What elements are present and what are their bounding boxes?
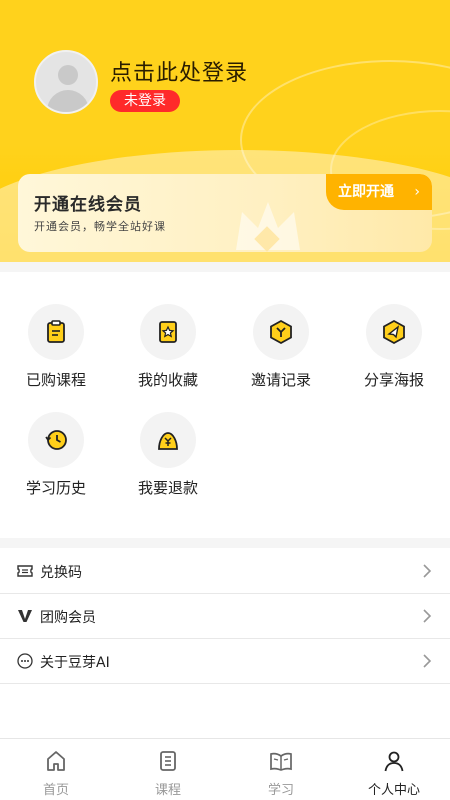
list-item-label: 关于豆芽AI [40,655,110,671]
vip-title: 开通在线会员 [34,195,142,215]
icon-circle [140,412,196,468]
vip-membership-card[interactable]: 开通在线会员 开通会员，畅学全站好课 立即开通 › [18,174,432,252]
chevron-right-icon: › [414,184,420,200]
list-item-label: 兑换码 [40,565,82,581]
open-book-icon [270,752,292,771]
history-clock-icon [45,430,67,450]
open-vip-label: 立即开通 [338,184,394,200]
tab-personal-center[interactable]: 个人中心 [338,739,450,800]
list-item-about[interactable]: 关于豆芽AI [0,639,450,684]
tab-label: 首页 [42,783,69,798]
list-item-redeem-code[interactable]: 兑换码 [0,549,450,594]
home-icon [47,751,65,771]
avatar-head [58,65,78,85]
icon-circle [140,304,196,360]
tab-label: 个人中心 [367,783,420,798]
icon-circle [28,304,84,360]
login-status-badge: 未登录 [110,90,180,112]
section-divider [0,538,450,548]
tab-label: 课程 [154,783,181,798]
avatar[interactable] [34,50,98,114]
tab-label: 学习 [267,783,294,798]
icon-circle [28,412,84,468]
grid-item-share-poster[interactable]: 分享海报 [338,304,450,390]
open-vip-button[interactable]: 立即开通 › [326,174,432,210]
hexagon-send-icon [383,319,405,345]
chevron-right-icon [423,654,432,668]
grid-label: 分享海报 [363,371,424,389]
person-icon [384,751,404,772]
chevron-right-icon [423,609,432,623]
grid-label: 我的收藏 [137,371,198,389]
grid-item-study-history[interactable]: 学习历史 [0,412,112,498]
tab-courses[interactable]: 课程 [112,739,224,800]
login-prompt[interactable]: 点击此处登录 [110,55,248,87]
avatar-body [47,90,89,112]
icon-circle [366,304,422,360]
grid-label: 学习历史 [25,479,86,497]
bottom-tab-bar: 首页 课程 学习 个人中心 [0,738,450,800]
clipboard-icon [47,320,65,343]
tab-study[interactable]: 学习 [225,739,337,800]
more-dots-icon [16,652,34,670]
section-divider [0,262,450,272]
bookmark-star-icon [159,321,177,343]
chevron-right-icon [423,564,432,578]
grid-item-purchased-courses[interactable]: 已购课程 [0,304,112,390]
tab-home[interactable]: 首页 [0,739,112,800]
ticket-icon [16,562,34,580]
course-list-icon [160,751,176,771]
grid-item-invite-records[interactable]: 邀请记录 [225,304,337,390]
vip-subtitle: 开通会员，畅学全站好课 [34,220,166,233]
list-item-group-buy-vip[interactable]: 团购会员 [0,594,450,639]
grid-label: 已购课程 [25,371,86,389]
grid-item-request-refund[interactable]: 我要退款 [112,412,224,498]
grid-label: 邀请记录 [250,371,311,389]
list-item-label: 团购会员 [40,610,96,626]
icon-circle [253,304,309,360]
grid-label: 我要退款 [137,479,198,497]
refund-bag-icon [158,432,178,450]
hexagon-y-icon [270,319,292,345]
grid-item-my-favorites[interactable]: 我的收藏 [112,304,224,390]
crown-icon [236,202,300,252]
v-icon [16,607,34,625]
